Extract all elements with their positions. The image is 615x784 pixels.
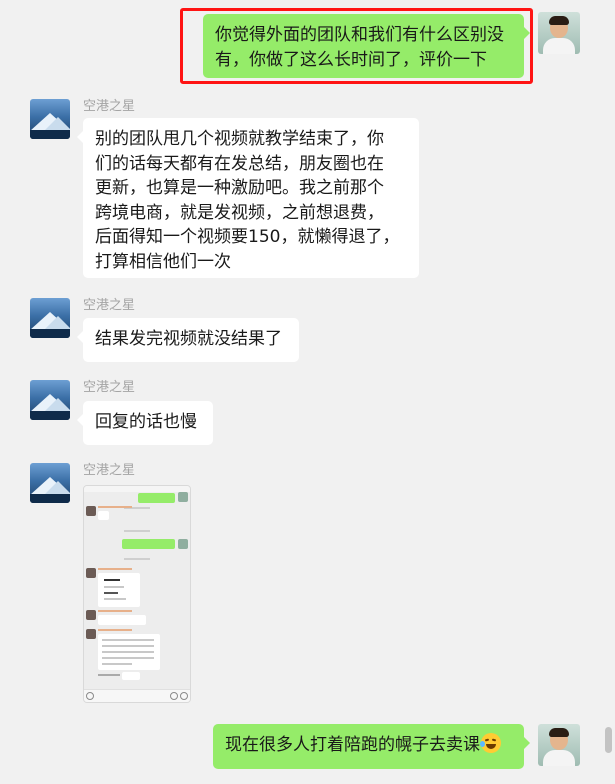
self-avatar[interactable] — [538, 724, 580, 766]
contact-avatar[interactable] — [30, 298, 70, 338]
contact-avatar[interactable] — [30, 463, 70, 503]
message-bubble-contact[interactable]: 回复的话也慢 — [77, 401, 213, 445]
message-line: 后面得知一个视频要150，就懒得退了， — [95, 227, 400, 247]
message-bubble-contact[interactable]: 别的团队甩几个视频就教学结束了，你 们的话每天都有在发总结，朋友圈也在 更新，也… — [77, 118, 419, 278]
message-line: 别的团队甩几个视频就教学结束了，你 — [95, 129, 384, 149]
self-avatar[interactable] — [538, 12, 580, 54]
chat-screenshot-thumbnail[interactable] — [83, 485, 191, 703]
message-line: 们的话每天都有在发总结，朋友圈也在 — [95, 153, 384, 174]
message-text: 现在很多人打着陪跑的幌子去卖课 — [225, 735, 480, 755]
sender-name: 空港之星 — [83, 298, 136, 313]
chat-area[interactable]: 你觉得外面的团队和我们有什么区别没 有，你做了这么长时间了，评价一下 空港之星 … — [0, 0, 615, 784]
sender-name: 空港之星 — [83, 380, 136, 395]
message-line: 打算相信他们一次 — [95, 251, 231, 272]
contact-avatar[interactable] — [30, 99, 70, 139]
sender-name: 空港之星 — [83, 463, 136, 478]
highlight-box — [180, 8, 533, 84]
message-bubble-self[interactable]: 现在很多人打着陪跑的幌子去卖课 — [213, 724, 530, 769]
message-text: 回复的话也慢 — [95, 412, 197, 432]
sender-name: 空港之星 — [83, 99, 136, 114]
laughing-crying-emoji-icon — [480, 733, 501, 753]
message-line: 更新，也算是一种激励吧。我之前那个 — [95, 178, 384, 198]
scrollbar[interactable] — [605, 727, 612, 753]
message-line: 跨境电商，就是发视频，之前想退费， — [95, 202, 384, 223]
contact-avatar[interactable] — [30, 380, 70, 420]
message-text: 结果发完视频就没结果了 — [95, 329, 282, 349]
message-bubble-contact[interactable]: 结果发完视频就没结果了 — [77, 318, 299, 362]
